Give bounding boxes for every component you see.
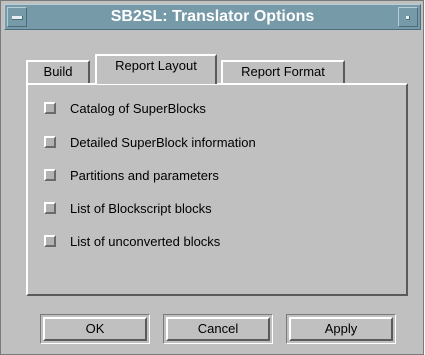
option-label: Catalog of SuperBlocks <box>70 100 206 116</box>
window-title: SB2SL: Translator Options <box>110 8 315 25</box>
checkbox[interactable] <box>44 102 56 114</box>
option-list-of-unconverted-blocks[interactable]: List of unconverted blocks <box>44 232 220 250</box>
option-list-of-blockscript-blocks[interactable]: List of Blockscript blocks <box>44 199 212 217</box>
ok-button-frame: OK <box>40 314 150 344</box>
apply-button-frame: Apply <box>286 314 396 344</box>
option-label: List of unconverted blocks <box>70 233 221 249</box>
report-layout-panel: Catalog of SuperBlocks Detailed SuperBlo… <box>26 83 408 296</box>
tab-report-format[interactable]: Report Format <box>221 60 345 84</box>
checkbox[interactable] <box>44 169 56 181</box>
ok-button[interactable]: OK <box>43 317 147 341</box>
title-bar[interactable]: SB2SL: Translator Options <box>4 4 421 30</box>
window-menu-icon <box>12 16 23 20</box>
option-label: Partitions and parameters <box>70 167 219 183</box>
option-catalog-of-superblocks[interactable]: Catalog of SuperBlocks <box>44 99 206 117</box>
tab-build[interactable]: Build <box>26 60 90 84</box>
window-menu-button[interactable] <box>7 7 27 27</box>
cancel-button[interactable]: Cancel <box>166 317 270 341</box>
option-label: List of Blockscript blocks <box>70 200 212 216</box>
minimize-button[interactable] <box>398 7 418 27</box>
checkbox[interactable] <box>44 136 56 148</box>
tab-report-layout[interactable]: Report Layout <box>95 54 217 84</box>
minimize-icon <box>406 16 410 20</box>
option-label: Detailed SuperBlock information <box>70 134 256 150</box>
apply-button[interactable]: Apply <box>289 317 393 341</box>
option-detailed-superblock-information[interactable]: Detailed SuperBlock information <box>44 133 256 151</box>
checkbox[interactable] <box>44 235 56 247</box>
cancel-button-frame: Cancel <box>163 314 273 344</box>
translator-options-window: SB2SL: Translator Options Build Report L… <box>0 0 424 355</box>
checkbox[interactable] <box>44 202 56 214</box>
option-partitions-and-parameters[interactable]: Partitions and parameters <box>44 166 219 184</box>
